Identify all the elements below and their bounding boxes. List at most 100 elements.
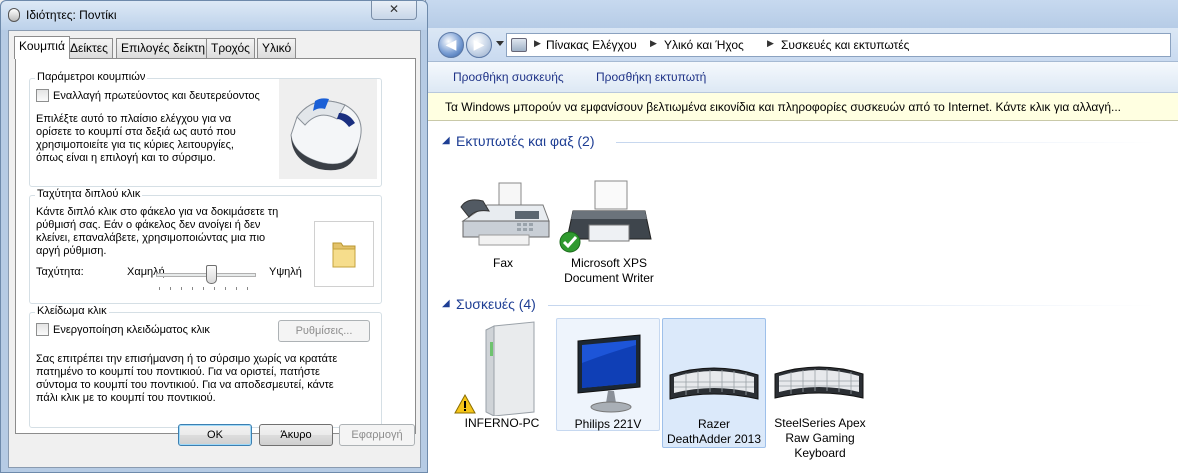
tab-hardware[interactable]: Υλικό (257, 38, 297, 58)
dialog-titlebar[interactable]: Ιδιότητες: Ποντίκι ✕ (1, 1, 427, 30)
click-lock-description: Σας επιτρέπει την επισήμανση ή το σύρσιμ… (36, 353, 337, 405)
group-legend: Ταχύτητα διπλού κλικ (35, 188, 143, 200)
click-lock-group: Κλείδωμα κλικ Ενεργοποίηση κλειδώματος κ… (29, 305, 382, 428)
command-bar: Προσθήκη συσκευής Προσθήκη εκτυπωτή (426, 62, 1178, 93)
button-config-description: Επιλέξτε αυτό το πλαίσιο ελέγχου για να … (36, 113, 236, 165)
dialog-body: Κουμπιά Δείκτες Επιλογές δείκτη Τροχός Υ… (8, 30, 421, 468)
breadcrumb-separator-icon[interactable]: ▶ (534, 39, 541, 49)
slider-tick (181, 287, 182, 290)
checkbox-box[interactable] (36, 323, 49, 336)
device-label: INFERNO-PC (464, 416, 540, 430)
breadcrumb-separator-icon[interactable]: ▶ (650, 39, 657, 49)
address-bar[interactable]: ▶ Πίνακας Ελέγχου ▶ Υλικό και Ήχος ▶ Συσ… (506, 33, 1171, 57)
tab-buttons[interactable]: Κουμπιά (14, 36, 70, 59)
click-lock-checkbox[interactable]: Ενεργοποίηση κλειδώματος κλικ (36, 323, 210, 336)
description-line: αργή ρύθμιση. (36, 245, 107, 257)
breadcrumb-hardware-sound[interactable]: Υλικό και Ήχος (664, 38, 744, 52)
description-line: ρύθμισή σας. Εάν ο φάκελος δεν ανοίγει ή… (36, 219, 261, 231)
tab-panel: Παράμετροι κουμπιών Εναλλαγή πρωτεύοντος… (15, 58, 416, 434)
description-line: πατημένο το κουμπί του ποντικιού. Για να… (36, 366, 320, 378)
forward-button[interactable]: ▶ (466, 32, 492, 58)
close-icon: ✕ (388, 2, 400, 16)
navigation-bar: ◀ ▶ ▶ Πίνακας Ελέγχου ▶ Υλικό και Ήχος ▶… (426, 28, 1178, 62)
speed-slider-thumb[interactable] (206, 265, 217, 284)
slider-tick (159, 287, 160, 290)
group-title: Εκτυπωτές και φαξ (2) (456, 133, 595, 149)
checkbox-label: Ενεργοποίηση κλειδώματος κλικ (53, 323, 210, 336)
test-folder-area[interactable] (314, 221, 374, 287)
explorer-titlebar (426, 0, 1178, 30)
group-title: Συσκευές (4) (456, 296, 536, 312)
device-razer-deathadder[interactable]: Razer DeathAdder 2013 (662, 318, 766, 448)
description-line: Επιλέξτε αυτό το πλαίσιο ελέγχου για να (36, 113, 232, 125)
group-legend: Παράμετροι κουμπιών (35, 71, 148, 83)
collapse-chevron-icon[interactable]: ◢ (442, 298, 450, 309)
slider-tick (236, 287, 237, 290)
collapse-chevron-icon[interactable]: ◢ (442, 135, 450, 146)
group-legend: Κλείδωμα κλικ (35, 305, 109, 317)
mouse-icon (8, 8, 20, 22)
group-divider (616, 142, 1156, 143)
fast-label: Υψηλή (269, 266, 302, 278)
back-arrow-icon: ◀ (445, 37, 457, 53)
speed-label: Ταχύτητα: (36, 266, 84, 278)
description-line: χρησιμοποιείτε για τις κύριες λειτουργίε… (36, 139, 234, 151)
mouse-properties-dialog: Ιδιότητες: Ποντίκι ✕ Κουμπιά Δείκτες Επι… (0, 0, 428, 473)
device-philips-monitor[interactable]: Philips 221V (556, 318, 660, 431)
tab-wheel[interactable]: Τροχός (206, 38, 255, 58)
warning-icon (454, 394, 476, 414)
description-line: Σας επιτρέπει την επισήμανση ή το σύρσιμ… (36, 353, 338, 365)
control-panel-icon (511, 38, 527, 52)
close-button[interactable]: ✕ (371, 1, 417, 20)
description-line: σύντομα το κουμπί του ποντικιού. Για να … (36, 379, 334, 391)
description-line: ορίσετε το κουμπί στα δεξιά ως αυτό που (36, 126, 236, 138)
click-lock-settings-button[interactable]: Ρυθμίσεις... (278, 320, 370, 342)
monitor-icon (577, 334, 641, 413)
device-label-line: Microsoft XPS (570, 256, 648, 270)
button-config-group: Παράμετροι κουμπιών Εναλλαγή πρωτεύοντος… (29, 71, 382, 187)
slider-tick (214, 287, 215, 290)
breadcrumb-control-panel[interactable]: Πίνακας Ελέγχου (546, 38, 637, 52)
device-label-line: Raw Gaming (785, 431, 855, 445)
device-label: Fax (492, 256, 513, 270)
device-steelseries-apex[interactable]: SteelSeries Apex Raw Gaming Keyboard (768, 318, 872, 463)
add-device-button[interactable]: Προσθήκη συσκευής (453, 70, 564, 84)
checkbox-label: Εναλλαγή πρωτεύοντος και δευτερεύοντος (53, 89, 260, 102)
slider-tick (192, 287, 193, 290)
description-line: πάλι κλικ με το κουμπί του ποντικιού. (36, 392, 216, 404)
apply-button[interactable]: Εφαρμογή (339, 424, 415, 446)
tab-pointers[interactable]: Δείκτες (65, 38, 113, 58)
slider-tick (203, 287, 204, 290)
device-label: Philips 221V (574, 417, 642, 431)
computer-tower-icon (485, 321, 535, 416)
group-divider (548, 305, 1156, 306)
keyboard-icon (669, 367, 759, 400)
recent-pages-arrow-icon[interactable] (496, 41, 504, 46)
slider-tick (225, 287, 226, 290)
checkbox-box[interactable] (36, 89, 49, 102)
device-fax[interactable]: Fax (448, 175, 558, 285)
add-printer-button[interactable]: Προσθήκη εκτυπωτή (596, 70, 706, 84)
double-click-speed-group: Ταχύτητα διπλού κλικ Κάντε διπλό κλικ στ… (29, 188, 382, 304)
fax-icon (460, 182, 550, 246)
mouse-image-icon (279, 79, 377, 179)
breadcrumb-devices-printers[interactable]: Συσκευές και εκτυπωτές (781, 38, 909, 52)
device-label-line: SteelSeries Apex (774, 416, 866, 430)
devices-printers-window: ◀ ▶ ▶ Πίνακας Ελέγχου ▶ Υλικό και Ήχος ▶… (425, 0, 1178, 473)
device-xps-writer[interactable]: Microsoft XPS Document Writer (554, 175, 664, 285)
default-check-icon (559, 231, 581, 253)
slider-tick (170, 287, 171, 290)
device-label-line: Keyboard (794, 446, 846, 460)
cancel-button[interactable]: Άκυρο (259, 424, 333, 446)
back-button[interactable]: ◀ (438, 32, 464, 58)
slider-tick (247, 287, 248, 290)
ok-button[interactable]: ΟΚ (178, 424, 252, 446)
dialog-title: Ιδιότητες: Ποντίκι (26, 8, 117, 22)
breadcrumb-separator-icon[interactable]: ▶ (767, 39, 774, 49)
info-bar[interactable]: Τα Windows μπορούν να εμφανίσουν βελτιωμ… (426, 93, 1178, 121)
device-inferno-pc[interactable]: INFERNO-PC (452, 318, 552, 430)
device-label-line: DeathAdder 2013 (666, 432, 762, 446)
tab-pointer-options[interactable]: Επιλογές δείκτη (116, 38, 211, 58)
switch-buttons-checkbox[interactable]: Εναλλαγή πρωτεύοντος και δευτερεύοντος (36, 89, 260, 102)
device-label-line: Razer (697, 417, 730, 431)
